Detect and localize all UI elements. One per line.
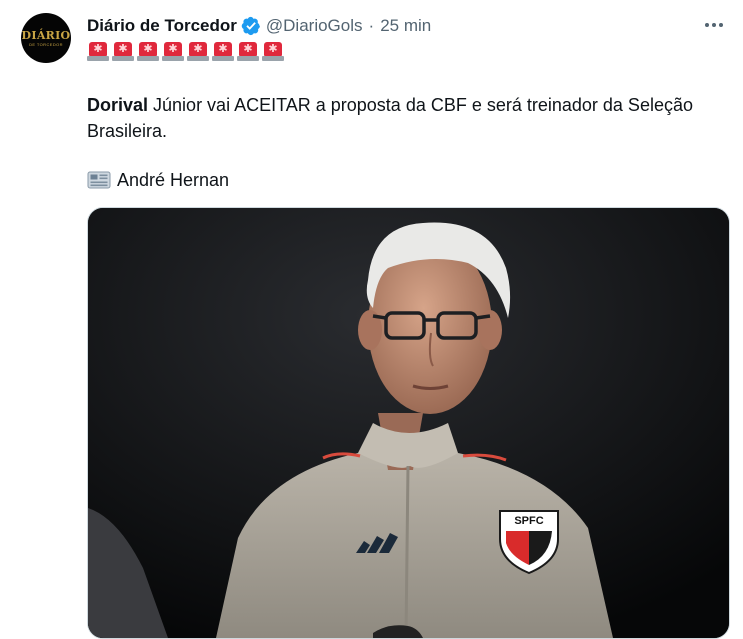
more-options-icon[interactable]	[703, 14, 725, 36]
verified-badge-icon[interactable]	[241, 16, 261, 36]
crest-text: SPFC	[514, 515, 543, 527]
tweet-timestamp[interactable]: 25 min	[380, 16, 431, 36]
avatar[interactable]: DIÁRIO DE TORCEDOR	[21, 13, 71, 63]
tweet-text-body: Júnior vai ACEITAR a proposta da CBF e s…	[87, 95, 693, 141]
author-handle[interactable]: @DiarioGols	[266, 16, 363, 36]
siren-emoji-row: ✱ ✱ ✱ ✱ ✱ ✱ ✱ ✱	[87, 42, 284, 62]
siren-emoji-icon: ✱	[187, 42, 209, 62]
tweet: DIÁRIO DE TORCEDOR Diário de Torcedor @D…	[0, 0, 743, 639]
tweet-text-bold: Dorival	[87, 95, 149, 115]
siren-emoji-icon: ✱	[162, 42, 184, 62]
siren-emoji-icon: ✱	[87, 42, 109, 62]
newspaper-emoji-icon	[87, 170, 111, 190]
tweet-credit: André Hernan	[87, 167, 229, 193]
more-dot	[719, 23, 723, 27]
author-display-name[interactable]: Diário de Torcedor	[87, 16, 237, 36]
credit-name: André Hernan	[117, 170, 230, 190]
avatar-logo-subtext: DE TORCEDOR	[29, 41, 63, 47]
tweet-text: Dorival Júnior vai ACEITAR a proposta da…	[87, 92, 727, 144]
avatar-logo-text: DIÁRIO	[21, 28, 71, 42]
tweet-photo[interactable]: SPFC	[87, 207, 730, 639]
siren-emoji-icon: ✱	[212, 42, 234, 62]
siren-emoji-icon: ✱	[262, 42, 284, 62]
more-dot	[712, 23, 716, 27]
siren-emoji-icon: ✱	[237, 42, 259, 62]
more-dot	[705, 23, 709, 27]
separator-dot: ·	[368, 16, 375, 35]
siren-emoji-icon: ✱	[112, 42, 134, 62]
siren-emoji-icon: ✱	[137, 42, 159, 62]
tweet-header: Diário de Torcedor @DiarioGols · 25 min	[87, 15, 431, 37]
